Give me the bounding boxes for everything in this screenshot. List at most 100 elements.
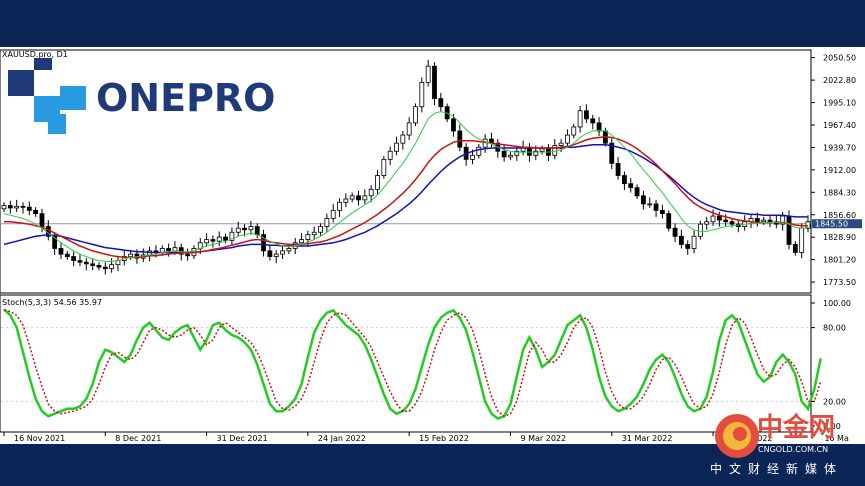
candle-body (634, 187, 640, 197)
candle-body (501, 150, 507, 158)
candle-body (476, 146, 482, 156)
candle-body (33, 209, 39, 215)
stochastic-tick-label: 80.00 (823, 324, 846, 333)
candle-body (128, 253, 134, 257)
candle-body (248, 226, 254, 231)
candle-body (716, 215, 722, 221)
candle-body (375, 175, 380, 190)
candle-body (216, 236, 222, 242)
price-axis: 2050.50 2022.80 1995.10 1967.40 1939.70 1912.… (811, 54, 856, 287)
time-tick-label: 16 Nov 2021 (14, 434, 65, 443)
candle-body (761, 219, 767, 223)
candle-body (102, 266, 108, 270)
candle-body (58, 248, 64, 255)
candle-body (438, 98, 444, 108)
candle-body (368, 188, 374, 197)
candle-body (311, 231, 317, 236)
candle-body (14, 205, 20, 209)
candle-body (615, 163, 621, 176)
candle-body (242, 227, 247, 231)
candle-body (565, 134, 570, 144)
candle-body (318, 226, 323, 233)
time-tick-label: 9 Mar 2022 (520, 434, 566, 443)
candle-body (672, 227, 678, 237)
stochastic-tick-label: 100.00 (823, 299, 851, 308)
candle-body (577, 110, 583, 128)
candle-body (254, 226, 260, 236)
candle-body (324, 218, 330, 227)
candle-body (362, 195, 368, 201)
price-tick-label: 2022.80 (823, 76, 856, 85)
candle-body (299, 239, 304, 244)
onepro-logo-text: ONEPRO (96, 76, 276, 120)
candle-body (432, 65, 437, 100)
candle-body (64, 253, 70, 257)
candle-body (792, 243, 798, 253)
candle-body (558, 142, 564, 146)
time-tick-label: 31 Dec 2021 (217, 434, 268, 443)
cngold-name: 中金网 (757, 413, 836, 443)
candle-body (710, 215, 716, 223)
cngold-url: CNGOLD.COM.CN (758, 445, 829, 454)
cngold-subtitle: 中文财经新媒体 (710, 462, 844, 476)
logo-square-dark (8, 70, 34, 96)
candle-body (166, 248, 171, 252)
candle-body (767, 219, 773, 223)
candle-body (349, 195, 355, 200)
candle-body (723, 219, 729, 223)
candle-body (659, 209, 665, 215)
price-tick-label: 1828.90 (823, 233, 856, 242)
candle-body (39, 213, 45, 227)
candle-body (185, 253, 190, 257)
candle-body (90, 263, 96, 266)
candle-body (387, 150, 393, 160)
candle-body (77, 260, 83, 263)
price-tick-label: 2050.50 (823, 54, 856, 63)
candle-body (71, 256, 77, 262)
candle-body (451, 118, 456, 132)
price-tick-label: 1967.40 (823, 121, 856, 130)
candle-body (647, 203, 653, 206)
stochastic-tick-label: 20.00 (823, 397, 846, 406)
candle-body (786, 215, 792, 245)
candle-body (235, 227, 241, 233)
candle-body (590, 118, 596, 124)
candle-body (406, 122, 412, 136)
candle-body (286, 248, 292, 252)
candle-body (305, 234, 311, 240)
candle-body (666, 213, 672, 229)
candle-body (356, 195, 361, 201)
price-tick-label: 1801.20 (823, 256, 856, 265)
current-price-value: 1845.50 (815, 220, 848, 229)
time-tick-label: 31 Mar 2022 (622, 434, 673, 443)
candle-body (641, 195, 646, 205)
candle-body (704, 221, 710, 225)
candle-body (419, 82, 425, 108)
candle-body (20, 205, 26, 208)
candle-body (273, 253, 279, 257)
candle-body (223, 236, 228, 241)
candle-body (1, 205, 7, 210)
candle-body (330, 209, 336, 219)
logo-bar-dark (34, 58, 52, 70)
candle-body (729, 221, 735, 225)
logo-square-blue-2 (60, 86, 86, 110)
candle-body (622, 175, 627, 185)
candle-body (394, 142, 399, 152)
candle-body (210, 239, 216, 242)
price-tick-label: 1884.30 (823, 188, 856, 197)
candle-body (628, 183, 634, 189)
candle-body (280, 250, 285, 255)
candle-body (343, 198, 349, 203)
candle-body (26, 206, 32, 211)
price-tick-label: 1773.50 (823, 278, 856, 287)
candle-body (691, 235, 697, 249)
candle-body (381, 158, 387, 176)
time-tick-label: 15 Feb 2022 (419, 434, 469, 443)
candle-body (584, 110, 589, 120)
time-tick-label: 24 Jan 2022 (318, 434, 366, 443)
price-tick-label: 1912.00 (823, 166, 856, 175)
logo-bar-blue (48, 114, 66, 134)
candle-body (508, 154, 513, 158)
candle-body (267, 250, 273, 257)
